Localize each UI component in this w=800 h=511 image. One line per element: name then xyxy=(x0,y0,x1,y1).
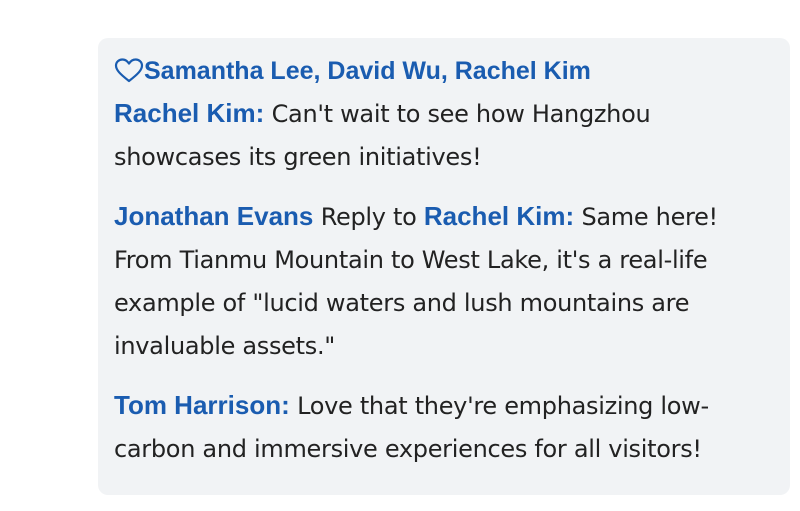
comment-author[interactable]: Tom Harrison: xyxy=(114,390,290,420)
reply-to-author[interactable]: Rachel Kim: xyxy=(424,201,574,231)
comment-item: Tom Harrison: Love that they're emphasiz… xyxy=(114,384,774,471)
liked-by-names[interactable]: Samantha Lee, David Wu, Rachel Kim xyxy=(144,57,591,86)
heart-icon[interactable] xyxy=(114,58,144,84)
comment-item: Jonathan Evans Reply to Rachel Kim: Same… xyxy=(114,195,774,368)
comments-panel: Samantha Lee, David Wu, Rachel Kim Rache… xyxy=(98,38,790,495)
reply-label: Reply to xyxy=(313,203,424,231)
comment-author[interactable]: Jonathan Evans xyxy=(114,201,313,231)
likes-row: Samantha Lee, David Wu, Rachel Kim xyxy=(114,52,774,90)
comment-item: Rachel Kim: Can't wait to see how Hangzh… xyxy=(114,92,774,179)
comment-author[interactable]: Rachel Kim: xyxy=(114,98,264,128)
